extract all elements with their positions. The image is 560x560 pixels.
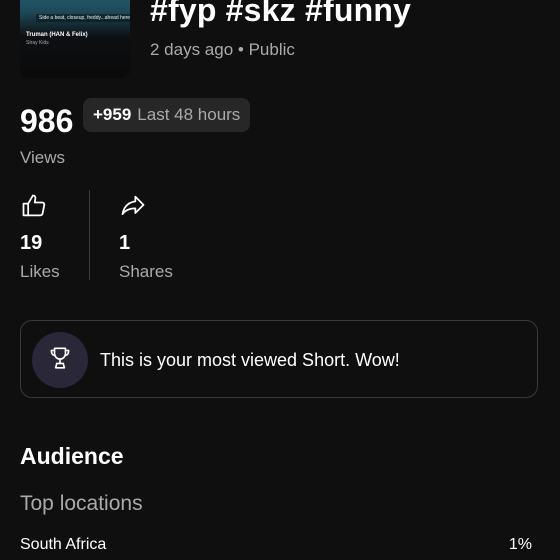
- likes-label: Likes: [20, 262, 60, 281]
- milestone-card: This is your most viewed Short. Wow!: [20, 320, 538, 398]
- video-thumbnail[interactable]: Side a beat, closeup, freddy...ahead her…: [20, 0, 130, 78]
- video-meta: 2 days ago • Public: [150, 40, 295, 59]
- views-delta-label: Last 48 hours: [137, 105, 241, 124]
- views-delta-chip: +959 Last 48 hours: [83, 98, 251, 132]
- milestone-text: This is your most viewed Short. Wow!: [100, 350, 400, 370]
- location-name: South Africa: [20, 536, 107, 553]
- views-delta: +959: [93, 105, 132, 124]
- trophy-icon: [47, 345, 73, 376]
- trophy-badge: [32, 332, 88, 388]
- thumbnail-caption: Side a beat, closeup, freddy...ahead her…: [36, 14, 130, 22]
- thumbs-up-icon: [20, 192, 48, 220]
- likes-count: 19: [20, 232, 43, 254]
- likes-stat: 19 Likes: [20, 192, 80, 284]
- views-count: 986: [20, 103, 74, 139]
- thumbnail-artist: Stray Kids: [26, 40, 49, 46]
- video-title: #fyp #skz #funny: [150, 0, 412, 28]
- views-label: Views: [20, 148, 66, 167]
- thumbnail-song-title: Truman (HAN & Felix): [26, 32, 88, 38]
- shares-label: Shares: [119, 262, 173, 281]
- stats-divider: [89, 190, 90, 280]
- share-arrow-icon: [119, 192, 147, 220]
- location-percent: 1%: [508, 536, 532, 553]
- shares-count: 1: [119, 232, 131, 254]
- audience-heading: Audience: [20, 443, 124, 469]
- top-locations-heading: Top locations: [20, 492, 143, 515]
- short-analytics-page: Side a beat, closeup, freddy...ahead her…: [0, 0, 560, 560]
- shares-stat: 1 Shares: [119, 192, 189, 284]
- location-row: South Africa 1%: [20, 536, 532, 558]
